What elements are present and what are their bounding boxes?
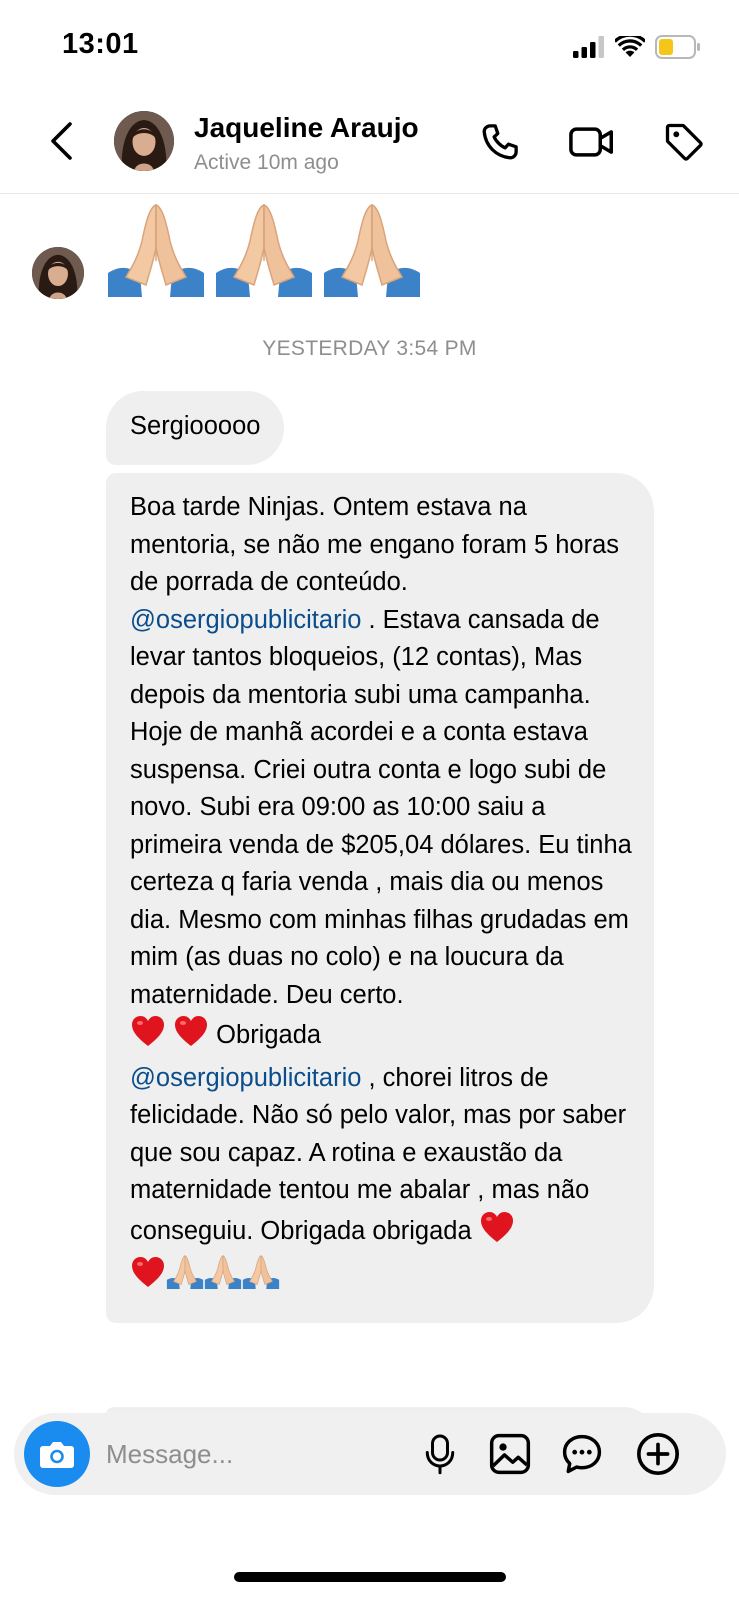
wifi-icon [615,36,645,57]
chat-header: Jaqueline Araujo Active 10m ago [0,96,739,194]
folded-hands-emoji-icon [204,1255,242,1301]
microphone-icon [425,1434,455,1475]
message-text: Obrigada [209,1021,322,1049]
message-thread[interactable]: YESTERDAY 3:54 PM Sergiooooo Boa tarde N… [0,195,739,1420]
message-text: Boa tarde Ninjas. Ontem estava na mentor… [130,493,620,596]
contact-avatar[interactable] [114,111,174,171]
contact-name[interactable]: Jaqueline Araujo [194,112,419,144]
message-input[interactable] [106,1433,406,1475]
folded-hands-emoji-icon [108,203,204,297]
audio-call-button[interactable] [476,118,524,166]
avatar-photo-icon [114,111,174,171]
camera-icon [40,1442,74,1468]
avatar-photo-icon [32,247,84,299]
gallery-button[interactable] [486,1430,534,1478]
red-heart-emoji-icon [173,1014,209,1060]
image-icon [489,1433,531,1475]
label-tag-button[interactable] [660,118,708,166]
user-mention-link[interactable]: @osergiopublicitario [130,1064,361,1092]
folded-hands-emoji-icon [242,1255,280,1301]
status-icons [573,32,701,62]
red-heart-emoji-icon [479,1210,515,1256]
back-button[interactable] [36,116,86,166]
red-heart-emoji-icon [130,1255,166,1301]
status-bar: 13:01 [0,0,739,96]
video-call-button[interactable] [568,118,616,166]
video-camera-icon [569,127,613,157]
more-options-button[interactable] [634,1430,682,1478]
battery-low-icon [655,35,700,59]
sticker-icon [562,1434,602,1474]
message-text: . Estava cansada de levar tantos bloquei… [130,605,632,1009]
camera-button[interactable] [24,1421,90,1487]
message-bubble[interactable]: Boa tarde Ninjas. Ontem estava na mentor… [106,473,654,1323]
message-bubble[interactable]: Sergiooooo [106,391,285,465]
plus-circle-icon [637,1433,679,1475]
message-text: Sergiooooo [130,412,261,440]
status-time: 13:01 [62,28,139,60]
user-mention-link[interactable]: @osergiopublicitario [130,606,361,634]
contact-active-status: Active 10m ago [194,151,339,174]
voice-message-button[interactable] [416,1430,464,1478]
message-timestamp: YESTERDAY 3:54 PM [262,337,477,360]
folded-hands-emoji-icon [166,1255,204,1301]
folded-hands-emoji-icon [216,203,312,297]
folded-hands-emoji-icon [324,203,420,297]
emoji-message[interactable] [106,201,422,301]
dm-screen: 13:01 Jaqueline Araujo Active 10m ago YE… [0,0,739,1600]
sticker-button[interactable] [558,1430,606,1478]
phone-icon [482,124,518,160]
red-heart-emoji-icon [130,1014,166,1060]
back-arrow-icon [51,122,72,160]
tag-icon [665,123,703,161]
message-composer [14,1413,726,1495]
home-indicator[interactable] [234,1572,506,1582]
sender-avatar[interactable] [32,247,84,299]
cellular-signal-icon [573,36,604,58]
